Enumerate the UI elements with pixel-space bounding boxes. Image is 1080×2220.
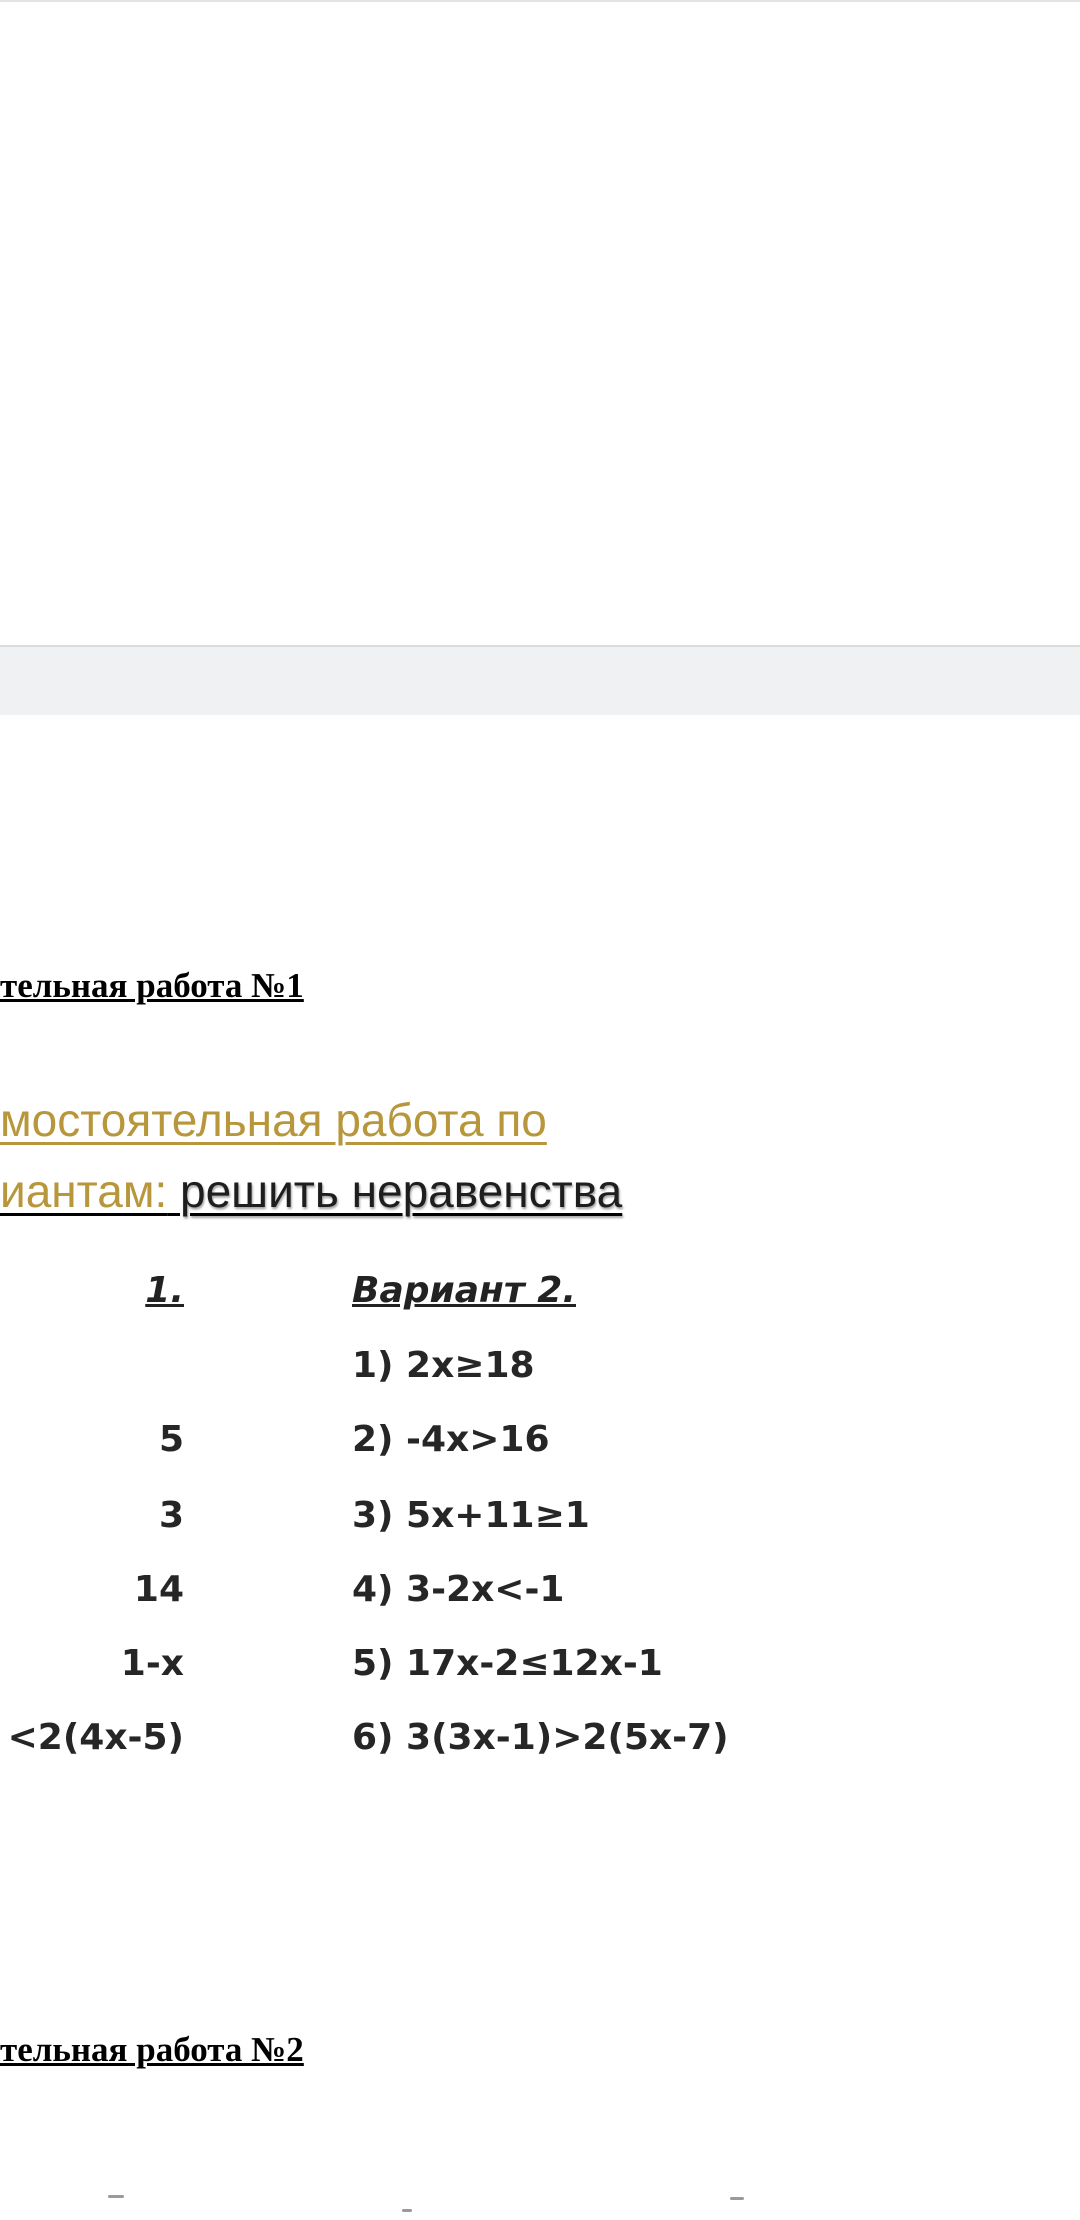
variant-1-item: 5 xyxy=(158,1419,184,1460)
image-speck xyxy=(402,2209,412,2212)
variant-1-title: 1. xyxy=(145,1270,184,1311)
variant-1-item: 14 xyxy=(133,1569,184,1610)
task-line-1: мостоятельная работа по xyxy=(0,1094,547,1146)
image-speck xyxy=(108,2195,124,2198)
image-speck xyxy=(730,2197,744,2200)
cropped-image-strip xyxy=(0,2185,1080,2220)
variant-2-item: 5) 17x-2≤12x-1 xyxy=(352,1643,663,1684)
top-divider xyxy=(0,0,1080,2)
section-heading-1: тельная работа №1 xyxy=(0,966,304,1005)
gray-separator-band xyxy=(0,645,1080,715)
variant-1-item: 1-x xyxy=(120,1643,184,1684)
variant-2-item: 6) 3(3x-1)>2(5x-7) xyxy=(352,1717,729,1758)
task-line-2-dark: решить неравенства xyxy=(180,1165,623,1217)
section-heading-2: тельная работа №2 xyxy=(0,2030,304,2069)
task-line-2: иантам: решить неравенства xyxy=(0,1168,622,1214)
variant-2-title: Вариант 2. xyxy=(352,1270,577,1311)
variant-2-item: 2) -4x>16 xyxy=(352,1419,550,1460)
variant-2-item: 1) 2x≥18 xyxy=(352,1345,535,1386)
variant-1-item: 3 xyxy=(158,1495,184,1536)
variant-2-item: 4) 3-2x<-1 xyxy=(352,1569,565,1610)
task-line-2-gold: иантам: xyxy=(0,1165,168,1217)
variant-2-item: 3) 5x+11≥1 xyxy=(352,1495,590,1536)
variant-1-item: <2(4x-5) xyxy=(7,1717,184,1758)
